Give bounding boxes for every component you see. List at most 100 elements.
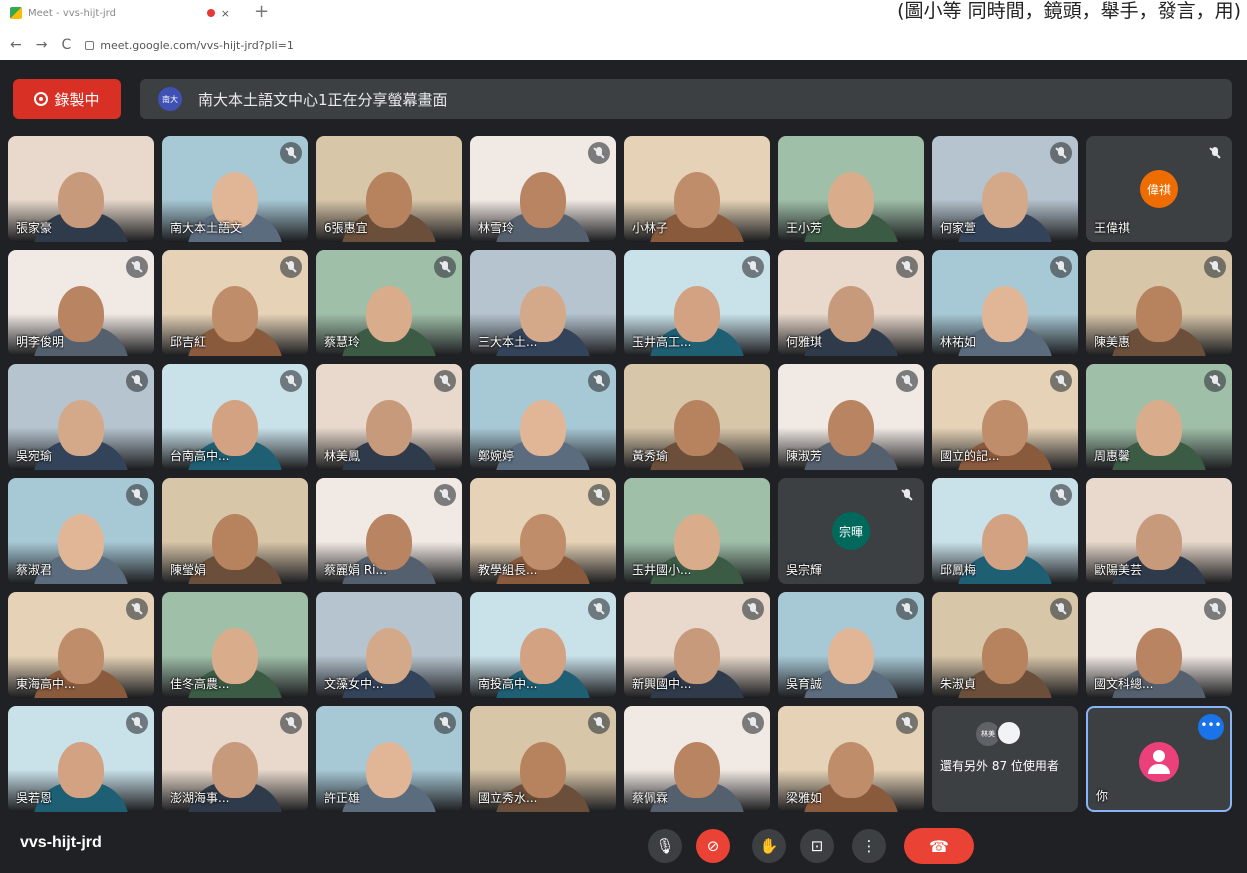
participant-tile[interactable]: 國文科總... xyxy=(1086,592,1232,698)
participant-tile[interactable]: 宗暉 吳宗輝 xyxy=(778,478,924,584)
participant-tile[interactable]: 許正雄 xyxy=(316,706,462,812)
participant-tile[interactable]: 陳美惠 xyxy=(1086,250,1232,356)
participant-tile[interactable]: 東海高中... xyxy=(8,592,154,698)
participant-tile[interactable]: 梁雅如 xyxy=(778,706,924,812)
mic-off-icon xyxy=(896,484,918,506)
url-field[interactable]: meet.google.com/vvs-hijt-jrd?pli=1 xyxy=(100,39,294,52)
leave-call-button[interactable]: ☎ xyxy=(904,828,974,864)
participant-tile[interactable]: 文藻女中... xyxy=(316,592,462,698)
participant-tile[interactable]: 玉井國小... xyxy=(624,478,770,584)
participant-name: 歐陽美芸 xyxy=(1094,563,1143,577)
participant-tile[interactable]: 國立的記... xyxy=(932,364,1078,470)
mic-off-icon xyxy=(896,712,918,734)
microphone-icon: 🎙 xyxy=(655,837,675,855)
tab-bar: Meet - vvs-hijt-jrd × + (圖小等 同時間，鏡頭，舉手，發… xyxy=(0,0,1247,28)
participant-tile[interactable]: 吳宛瑜 xyxy=(8,364,154,470)
participant-name: 明李俊明 xyxy=(16,335,65,349)
present-button[interactable]: ⊡ xyxy=(800,829,834,863)
participant-tile[interactable]: 陳淑芳 xyxy=(778,364,924,470)
participant-tile[interactable]: 歐陽美芸 xyxy=(1086,478,1232,584)
participant-tile[interactable]: 王小芳 xyxy=(778,136,924,242)
participant-tile[interactable]: 三大本土... xyxy=(470,250,616,356)
recording-button[interactable]: 錄製中 xyxy=(13,79,121,119)
participant-face xyxy=(58,742,104,798)
participant-tile[interactable]: 林祐如 xyxy=(932,250,1078,356)
mic-off-icon xyxy=(1050,142,1072,164)
presentation-text: 南大本土語文中心1正在分享螢幕畫面 xyxy=(198,90,448,109)
participant-face xyxy=(674,172,720,228)
participant-tile[interactable]: 偉祺 王偉祺 xyxy=(1086,136,1232,242)
participant-tile[interactable]: 陳瑩娟 xyxy=(162,478,308,584)
participant-tile[interactable]: 蔡佩霖 xyxy=(624,706,770,812)
participant-name: 何家萱 xyxy=(940,221,977,235)
participant-tile[interactable]: 吳若恩 xyxy=(8,706,154,812)
participant-tile[interactable]: 國立秀水... xyxy=(470,706,616,812)
participant-initial-avatar: 偉祺 xyxy=(1140,170,1178,208)
participant-tile[interactable]: 台南高中... xyxy=(162,364,308,470)
participant-tile[interactable]: 明李俊明 xyxy=(8,250,154,356)
participant-tile[interactable]: 南大本土語文 xyxy=(162,136,308,242)
new-tab-button[interactable]: + xyxy=(254,2,269,22)
participant-tile[interactable]: 何家萱 xyxy=(932,136,1078,242)
participant-name: 吳宗輝 xyxy=(786,563,823,577)
camera-off-button[interactable]: ⊘ xyxy=(696,829,730,863)
mic-off-icon xyxy=(280,370,302,392)
participant-tile[interactable]: 何雅琪 xyxy=(778,250,924,356)
participant-tile[interactable]: 張家豪 xyxy=(8,136,154,242)
participant-tile[interactable]: 邱鳳梅 xyxy=(932,478,1078,584)
participant-tile[interactable]: 周惠馨 xyxy=(1086,364,1232,470)
participant-tile[interactable]: 林美鳳 xyxy=(316,364,462,470)
microphone-button[interactable]: 🎙 xyxy=(648,829,682,863)
forward-icon[interactable]: → xyxy=(36,37,48,53)
mic-off-icon xyxy=(1204,256,1226,278)
participant-name: 邱鳳梅 xyxy=(940,563,977,577)
browser-tab[interactable]: Meet - vvs-hijt-jrd × xyxy=(10,2,230,24)
participant-tile[interactable]: 吳育誠 xyxy=(778,592,924,698)
mic-off-icon xyxy=(1050,598,1072,620)
mic-off-icon xyxy=(126,598,148,620)
participant-name: 佳冬高農... xyxy=(170,677,230,691)
participant-tile[interactable]: 朱淑貞 xyxy=(932,592,1078,698)
raise-hand-button[interactable]: ✋ xyxy=(752,829,786,863)
participant-name: 文藻女中... xyxy=(324,677,384,691)
self-options-button[interactable]: ••• xyxy=(1198,714,1224,740)
mic-off-icon xyxy=(742,598,764,620)
mic-off-icon xyxy=(1050,484,1072,506)
participant-tile[interactable]: 新興國中... xyxy=(624,592,770,698)
self-tile[interactable]: ••• 你 xyxy=(1086,706,1232,812)
participant-tile[interactable]: 佳冬高農... xyxy=(162,592,308,698)
participant-name: 陳淑芳 xyxy=(786,449,823,463)
participant-tile[interactable]: 小林子 xyxy=(624,136,770,242)
more-options-button[interactable]: ⋮ xyxy=(852,829,886,863)
participant-name: 新興國中... xyxy=(632,677,692,691)
lock-icon[interactable] xyxy=(85,40,95,50)
participant-name: 邱吉紅 xyxy=(170,335,207,349)
participant-face xyxy=(674,742,720,798)
mic-off-icon xyxy=(434,256,456,278)
participant-tile[interactable]: 澎湖海事... xyxy=(162,706,308,812)
back-icon[interactable]: ← xyxy=(10,37,22,53)
presentation-bar[interactable]: 南大 南大本土語文中心1正在分享螢幕畫面 xyxy=(140,79,1232,119)
participant-tile[interactable]: 6張惠宜 xyxy=(316,136,462,242)
participant-face xyxy=(1136,400,1182,456)
participant-tile[interactable]: 林雪玲 xyxy=(470,136,616,242)
participant-tile[interactable]: 鄭婉婷 xyxy=(470,364,616,470)
participant-name: 周惠馨 xyxy=(1094,449,1131,463)
participant-tile[interactable]: 蔡淑君 xyxy=(8,478,154,584)
mic-off-icon xyxy=(280,256,302,278)
participant-tile[interactable]: 黃秀瑜 xyxy=(624,364,770,470)
participant-name: 三大本土... xyxy=(478,335,538,349)
tab-close-icon[interactable]: × xyxy=(221,7,230,20)
participant-tile[interactable]: 教學組長... xyxy=(470,478,616,584)
participant-face xyxy=(212,286,258,342)
participant-tile[interactable]: 邱吉紅 xyxy=(162,250,308,356)
participant-tile[interactable]: 南投高中... xyxy=(470,592,616,698)
more-participants-tile[interactable]: 林美 還有另外 87 位使用者 xyxy=(932,706,1078,812)
meet-banner: 錄製中 南大 南大本土語文中心1正在分享螢幕畫面 xyxy=(0,60,1247,130)
participant-tile[interactable]: 玉井高工... xyxy=(624,250,770,356)
bottom-toolbar: vvs-hijt-jrd 🎙 ⊘ ✋ ⊡ ⋮ ☎ xyxy=(0,820,1247,873)
participant-tile[interactable]: 蔡麗娟 Ri... xyxy=(316,478,462,584)
reload-icon[interactable]: C xyxy=(61,37,71,53)
mic-off-icon xyxy=(1204,142,1226,164)
participant-tile[interactable]: 蔡慧玲 xyxy=(316,250,462,356)
